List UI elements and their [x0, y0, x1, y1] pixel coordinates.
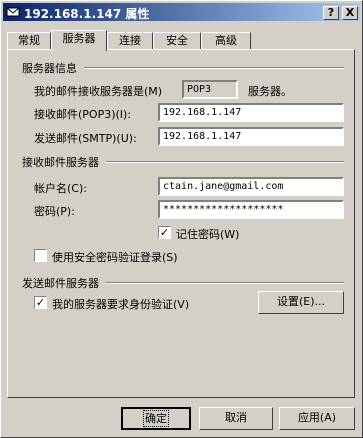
tab-connection[interactable]: 连接: [107, 32, 153, 50]
auth-required-label[interactable]: 我的服务器要求身份验证(V): [52, 296, 189, 312]
close-button[interactable]: X: [342, 6, 358, 20]
incoming-divider: [106, 161, 344, 163]
tab-advanced[interactable]: 高级: [201, 32, 251, 50]
incoming-heading: 接收邮件服务器: [22, 156, 99, 169]
incoming-type-label: 我的邮件接收服务器是(M): [34, 85, 163, 98]
outgoing-heading: 发送邮件服务器: [22, 277, 99, 290]
servers-tab-panel: 服务器信息 我的邮件接收服务器是(M) POP3 服务器。 接收邮件(POP3)…: [7, 49, 355, 398]
smtp-label: 发送邮件(SMTP)(U):: [34, 132, 137, 145]
help-button[interactable]: ?: [323, 6, 339, 20]
properties-dialog: 192.168.1.147 属性 ? X 常规 服务器 连接 安全 高级 服务器…: [0, 0, 363, 438]
ok-button[interactable]: 确定: [121, 407, 191, 430]
password-label: 密码(P):: [34, 205, 75, 218]
pop3-server-input[interactable]: 192.168.1.147: [158, 103, 344, 122]
outgoing-divider: [106, 282, 344, 284]
auth-required-checkbox[interactable]: ✓: [34, 296, 47, 309]
account-name-input[interactable]: ctain.jane@gmail.com: [158, 177, 344, 196]
remember-password-checkbox[interactable]: ✓: [158, 226, 171, 239]
window-title: 192.168.1.147 属性: [24, 7, 150, 21]
title-bar[interactable]: 192.168.1.147 属性 ? X: [3, 3, 360, 21]
tab-security[interactable]: 安全: [153, 32, 201, 50]
mail-account-icon: [6, 7, 20, 17]
incoming-type-value: POP3: [182, 80, 238, 99]
spa-label[interactable]: 使用安全密码验证登录(S): [52, 249, 178, 265]
remember-password-label[interactable]: 记住密码(W): [176, 226, 239, 242]
apply-button[interactable]: 应用(A): [279, 407, 355, 430]
pop3-label: 接收邮件(POP3)(I):: [34, 108, 132, 121]
spa-checkbox[interactable]: [34, 249, 47, 262]
ok-button-label: 确定: [143, 410, 169, 427]
outgoing-settings-button[interactable]: 设置(E)...: [258, 291, 344, 314]
smtp-server-input[interactable]: 192.168.1.147: [158, 127, 344, 146]
tab-strip: 常规 服务器 连接 安全 高级: [7, 30, 357, 51]
password-input[interactable]: ********************: [158, 200, 344, 219]
tab-general[interactable]: 常规: [7, 32, 51, 50]
server-info-divider: [84, 67, 344, 69]
account-label: 帐户名(C):: [34, 182, 87, 195]
tab-servers[interactable]: 服务器: [51, 30, 107, 51]
incoming-type-suffix: 服务器。: [248, 85, 292, 98]
server-info-heading: 服务器信息: [22, 62, 77, 75]
cancel-button[interactable]: 取消: [199, 407, 273, 430]
